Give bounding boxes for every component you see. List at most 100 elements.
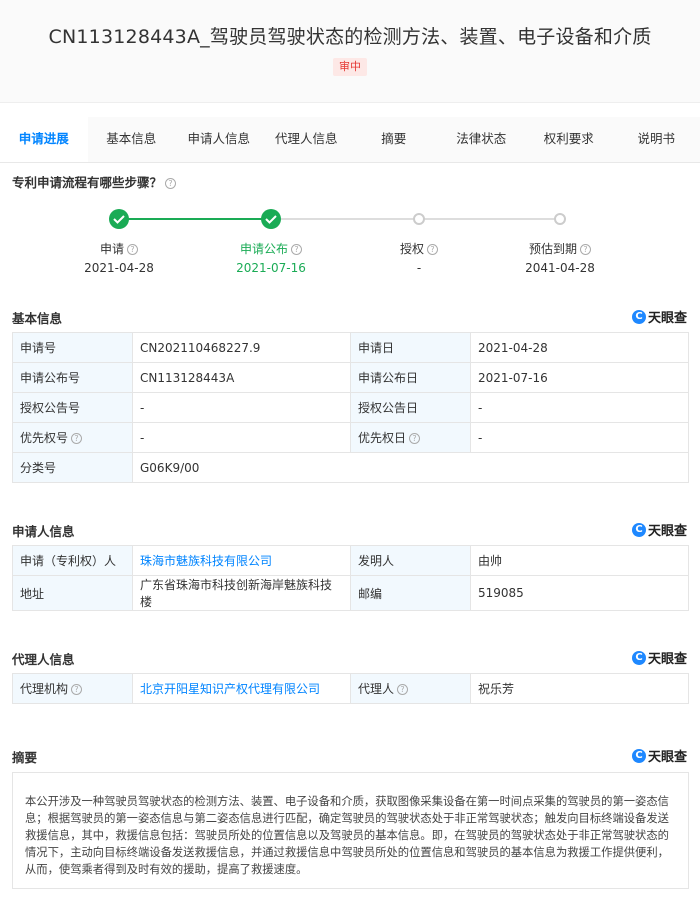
step-date: 2041-04-28: [525, 261, 595, 275]
table-value: -: [470, 392, 689, 423]
logo-icon: C: [631, 522, 646, 537]
step-name: 申请公布: [239, 242, 288, 256]
tab-basic-info[interactable]: 基本信息: [88, 117, 176, 162]
step-date: 2021-04-28: [84, 261, 154, 275]
table-label: 发明人: [350, 545, 471, 576]
abstract-box: 本公开涉及一种驾驶员驾驶状态的检测方法、装置、电子设备和介质，获取图像采集设备在…: [12, 772, 689, 889]
logo-text: 天眼查: [647, 524, 687, 539]
tianyancha-logo[interactable]: C 天眼查: [631, 520, 687, 539]
status-badge: 审中: [333, 58, 367, 76]
help-icon[interactable]: ?: [291, 244, 302, 255]
table-value: 519085: [470, 575, 689, 611]
basic-info-table: 申请号 CN202110468227.9 申请日 2021-04-28 申请公布…: [12, 332, 689, 483]
applicant-info-title: 申请人信息: [12, 524, 75, 539]
table-label: 优先权日?: [350, 422, 471, 453]
agent-table: 代理机构? 北京开阳星知识产权代理有限公司 代理人? 祝乐芳: [12, 673, 689, 704]
table-value: CN113128443A: [132, 362, 351, 393]
help-icon[interactable]: ?: [580, 244, 591, 255]
help-icon[interactable]: ?: [165, 178, 177, 189]
table-label: 邮编: [350, 575, 471, 611]
help-icon[interactable]: ?: [409, 433, 421, 444]
table-row: 申请号 CN202110468227.9 申请日 2021-04-28: [12, 332, 689, 363]
process-title-text: 专利申请流程有哪些步骤？: [12, 175, 163, 190]
tab-applicant-info[interactable]: 申请人信息: [175, 117, 263, 162]
step-date: 2021-07-16: [236, 261, 306, 275]
agent-info-title: 代理人信息: [12, 652, 75, 667]
tab-agent-info[interactable]: 代理人信息: [263, 117, 351, 162]
logo-icon: C: [631, 309, 646, 324]
process-title: 专利申请流程有哪些步骤？?: [12, 172, 177, 191]
table-value: 祝乐芳: [470, 673, 689, 704]
table-value: CN202110468227.9: [132, 332, 351, 363]
help-icon[interactable]: ?: [71, 433, 83, 444]
abstract-text: 本公开涉及一种驾驶员驾驶状态的检测方法、装置、电子设备和介质，获取图像采集设备在…: [25, 795, 669, 876]
tianyancha-logo[interactable]: C 天眼查: [631, 307, 687, 326]
tab-description[interactable]: 说明书: [613, 117, 700, 162]
label-text: 优先权号: [20, 431, 69, 445]
basic-info-title: 基本信息: [12, 311, 63, 326]
page-header: CN113128443A_驾驶员驾驶状态的检测方法、装置、电子设备和介质 审中: [0, 0, 700, 103]
step-grant: 授权? -: [359, 218, 479, 275]
table-row: 申请公布号 CN113128443A 申请公布日 2021-07-16: [12, 362, 689, 393]
step-expiry: 预估到期? 2041-04-28: [500, 218, 620, 275]
table-label: 申请公布日: [350, 362, 471, 393]
step-publish: 申请公布? 2021-07-16: [211, 218, 331, 275]
table-label: 申请公布号: [12, 362, 133, 393]
tab-claims[interactable]: 权利要求: [525, 117, 613, 162]
help-icon[interactable]: ?: [397, 684, 409, 695]
table-value: 2021-07-16: [470, 362, 689, 393]
label-text: 代理机构: [20, 682, 69, 696]
logo-icon: C: [631, 748, 646, 763]
table-row: 地址 广东省珠海市科技创新海岸魅族科技楼 邮编 519085: [12, 575, 689, 611]
step-date: -: [416, 261, 422, 275]
table-row: 优先权号? - 优先权日? -: [12, 422, 689, 453]
table-value: -: [132, 392, 351, 423]
table-label: 代理机构?: [12, 673, 133, 704]
applicant-link[interactable]: 珠海市魅族科技有限公司: [140, 554, 272, 568]
tab-bar: 申请进展 基本信息 申请人信息 代理人信息 摘要 法律状态 权利要求 说明书: [0, 117, 700, 163]
logo-text: 天眼查: [647, 750, 687, 765]
applicant-table: 申请（专利权）人 珠海市魅族科技有限公司 发明人 由帅 地址 广东省珠海市科技创…: [12, 545, 689, 611]
help-icon[interactable]: ?: [127, 244, 138, 255]
logo-icon: C: [631, 650, 646, 665]
step-name: 授权: [399, 242, 424, 256]
table-value: 2021-04-28: [470, 332, 689, 363]
label-text: 优先权日: [358, 431, 407, 445]
label-text: 代理人: [358, 682, 395, 696]
step-name: 申请: [99, 242, 124, 256]
table-value: 由帅: [470, 545, 689, 576]
step-apply: 申请? 2021-04-28: [59, 218, 179, 275]
agency-link[interactable]: 北京开阳星知识产权代理有限公司: [140, 682, 320, 696]
table-label: 分类号: [12, 452, 133, 483]
tab-abstract[interactable]: 摘要: [350, 117, 438, 162]
logo-text: 天眼查: [647, 652, 687, 667]
logo-text: 天眼查: [647, 311, 687, 326]
table-row: 授权公告号 - 授权公告日 -: [12, 392, 689, 423]
tab-legal-status[interactable]: 法律状态: [438, 117, 526, 162]
table-label: 代理人?: [350, 673, 471, 704]
table-label: 授权公告号: [12, 392, 133, 423]
table-label: 地址: [12, 575, 133, 611]
table-row: 申请（专利权）人 珠海市魅族科技有限公司 发明人 由帅: [12, 545, 689, 576]
table-label: 申请（专利权）人: [12, 545, 133, 576]
help-icon[interactable]: ?: [427, 244, 438, 255]
abstract-title: 摘要: [12, 750, 38, 765]
table-label: 申请号: [12, 332, 133, 363]
step-name: 预估到期: [528, 242, 577, 256]
patent-title: CN113128443A_驾驶员驾驶状态的检测方法、装置、电子设备和介质: [48, 26, 652, 48]
tianyancha-logo[interactable]: C 天眼查: [631, 648, 687, 667]
table-value: 广东省珠海市科技创新海岸魅族科技楼: [132, 575, 351, 611]
help-icon[interactable]: ?: [71, 684, 83, 695]
table-row: 代理机构? 北京开阳星知识产权代理有限公司 代理人? 祝乐芳: [12, 673, 689, 704]
table-value: 珠海市魅族科技有限公司: [132, 545, 351, 576]
tianyancha-logo[interactable]: C 天眼查: [631, 746, 687, 765]
table-label: 优先权号?: [12, 422, 133, 453]
tab-progress[interactable]: 申请进展: [0, 117, 88, 162]
table-label: 申请日: [350, 332, 471, 363]
table-row: 分类号 G06K9/00: [12, 452, 689, 483]
table-value: 北京开阳星知识产权代理有限公司: [132, 673, 351, 704]
table-value: G06K9/00: [132, 452, 689, 483]
table-label: 授权公告日: [350, 392, 471, 423]
table-value: -: [470, 422, 689, 453]
table-value: -: [132, 422, 351, 453]
